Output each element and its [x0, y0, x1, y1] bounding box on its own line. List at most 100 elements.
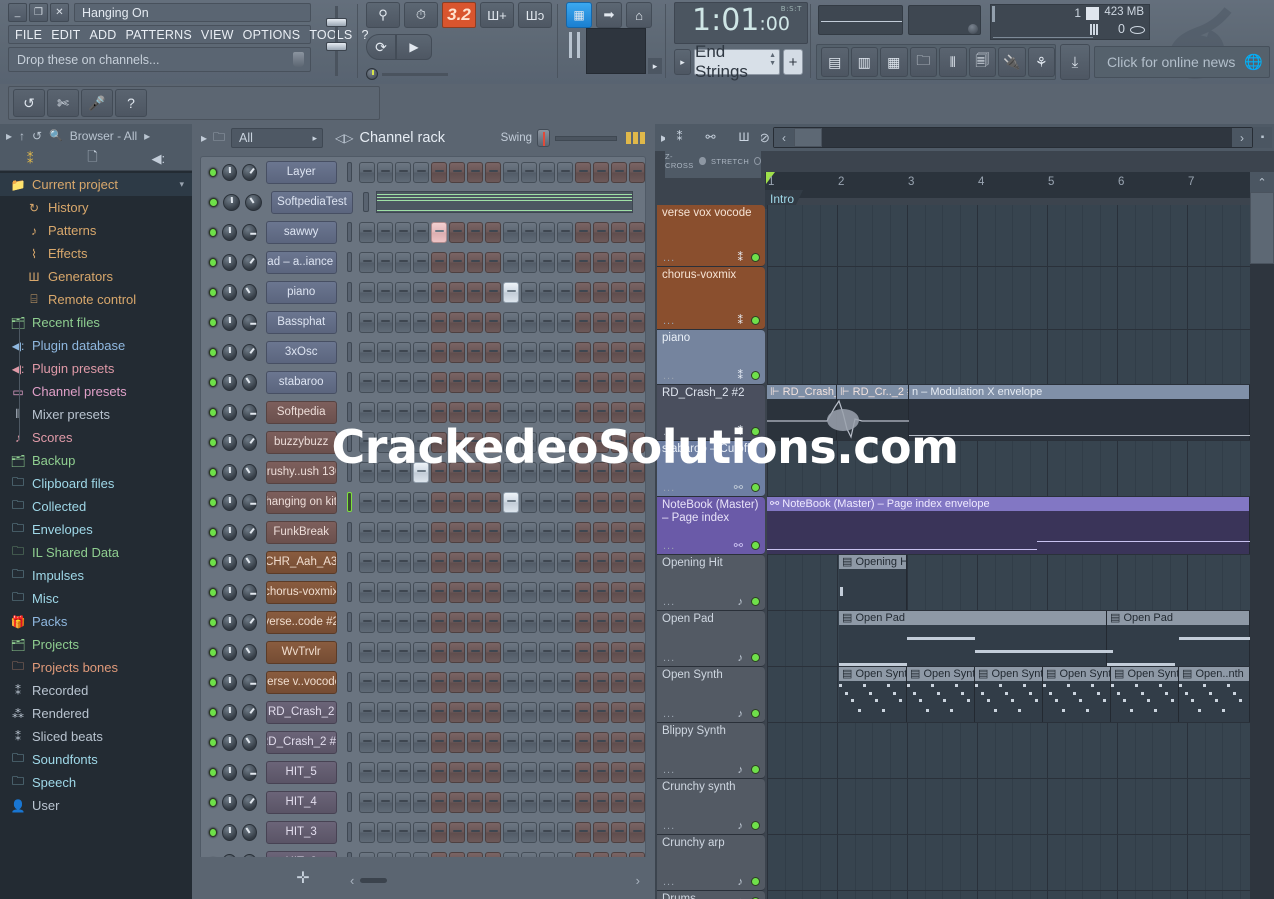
- channel-mute-led[interactable]: [209, 407, 218, 417]
- channel-pan-knob[interactable]: [222, 433, 237, 451]
- track-options-icon[interactable]: ...: [663, 370, 675, 382]
- step-button[interactable]: [557, 311, 573, 333]
- channel-pan-knob[interactable]: [222, 163, 237, 181]
- channel-row[interactable]: FunkBreak: [201, 517, 645, 547]
- browser-item-user[interactable]: 👤 User: [0, 794, 192, 817]
- step-button[interactable]: [557, 341, 573, 363]
- step-button[interactable]: [359, 401, 375, 423]
- step-button[interactable]: [521, 371, 537, 393]
- channel-name-button[interactable]: HIT_4: [265, 790, 337, 814]
- step-button[interactable]: [503, 611, 519, 633]
- step-button[interactable]: [395, 611, 411, 633]
- step-button[interactable]: [467, 641, 483, 663]
- metronome-toggle[interactable]: ⌂: [626, 2, 652, 28]
- browser-item-plugin-database[interactable]: ◀: Plugin database: [0, 334, 192, 357]
- minimize-button[interactable]: _: [8, 3, 27, 22]
- step-button[interactable]: [593, 521, 609, 543]
- microphone-icon[interactable]: 🎤: [81, 89, 113, 117]
- step-button[interactable]: [629, 311, 645, 333]
- channel-row[interactable]: Pad – a..iance 2: [201, 247, 645, 277]
- vscroll-up-icon[interactable]: ⌃: [1250, 172, 1274, 192]
- step-button[interactable]: [395, 791, 411, 813]
- channel-pan-knob[interactable]: [222, 733, 237, 751]
- stretch-toggle[interactable]: [754, 157, 761, 165]
- step-button[interactable]: [575, 401, 591, 423]
- step-button[interactable]: [431, 551, 447, 573]
- channel-mute-led[interactable]: [209, 707, 218, 717]
- track-type-icon[interactable]: ⁑: [738, 425, 744, 438]
- channel-mute-led[interactable]: [209, 437, 218, 447]
- step-button[interactable]: [395, 521, 411, 543]
- step-button[interactable]: [575, 281, 591, 303]
- audio-mode-icon[interactable]: ⁑: [676, 130, 682, 144]
- step-button[interactable]: [377, 611, 393, 633]
- step-button[interactable]: [377, 401, 393, 423]
- step-button[interactable]: [557, 461, 573, 483]
- step-button[interactable]: [377, 161, 393, 183]
- channel-row[interactable]: hanging on kit: [201, 487, 645, 517]
- channel-pan-knob[interactable]: [222, 763, 237, 781]
- step-button[interactable]: [485, 611, 501, 633]
- channel-volume-knob[interactable]: [241, 163, 257, 181]
- step-button[interactable]: [413, 311, 429, 333]
- track-enable-led[interactable]: [751, 371, 760, 380]
- channel-pan-knob[interactable]: [222, 463, 237, 481]
- browser-item-recorded[interactable]: ⁑ Recorded: [0, 679, 192, 702]
- browser-item-envelopes[interactable]: 🗀 Envelopes: [0, 518, 192, 541]
- playlist-lane[interactable]: [767, 267, 1250, 330]
- step-button[interactable]: [557, 671, 573, 693]
- step-button[interactable]: [359, 221, 375, 243]
- step-button[interactable]: [575, 311, 591, 333]
- step-button[interactable]: [431, 731, 447, 753]
- step-button[interactable]: [575, 521, 591, 543]
- step-button[interactable]: [485, 821, 501, 843]
- step-sequencer-row[interactable]: [359, 491, 645, 513]
- step-button[interactable]: [359, 821, 375, 843]
- channel-row[interactable]: verse..code #2: [201, 607, 645, 637]
- step-button[interactable]: [449, 251, 465, 273]
- playlist-clip[interactable]: ▤ Open Synth: [1111, 667, 1179, 722]
- step-button[interactable]: [521, 251, 537, 273]
- playlist-clip[interactable]: ▤ Open Synth: [1043, 667, 1111, 722]
- step-sequencer-row[interactable]: [359, 551, 645, 573]
- step-button[interactable]: [629, 491, 645, 513]
- step-button[interactable]: [359, 671, 375, 693]
- step-button[interactable]: [485, 161, 501, 183]
- speaker-icon[interactable]: ◁▷: [335, 131, 353, 145]
- step-button[interactable]: [521, 221, 537, 243]
- channel-row[interactable]: Layer: [201, 157, 645, 187]
- playlist-clip[interactable]: ▤ Open Synth: [975, 667, 1043, 722]
- playlist-lane[interactable]: ▤ Open Pad ▤ Open Pad: [767, 611, 1250, 667]
- step-button[interactable]: [521, 761, 537, 783]
- playlist-lane[interactable]: ⚯ NoteBook (Master) – Page index envelop…: [767, 497, 1250, 555]
- step-button[interactable]: [539, 311, 555, 333]
- channel-volume-knob[interactable]: [241, 493, 257, 511]
- maximize-button[interactable]: ❐: [29, 3, 48, 22]
- step-button[interactable]: [611, 581, 627, 603]
- step-button[interactable]: [575, 611, 591, 633]
- step-button[interactable]: [413, 161, 429, 183]
- step-button[interactable]: [521, 491, 537, 513]
- browser-item-projects[interactable]: 🗂 Projects: [0, 633, 192, 656]
- channel-volume-knob[interactable]: [241, 793, 257, 811]
- step-button[interactable]: [503, 521, 519, 543]
- time-display[interactable]: 1:01 :00 B:S:T: [674, 2, 808, 44]
- step-button[interactable]: [413, 431, 429, 453]
- step-button[interactable]: [503, 401, 519, 423]
- track-enable-led[interactable]: [751, 427, 760, 436]
- step-button[interactable]: [575, 221, 591, 243]
- channel-volume-knob[interactable]: [241, 253, 257, 271]
- step-button[interactable]: [539, 161, 555, 183]
- browser-item-rendered[interactable]: ⁂ Rendered: [0, 702, 192, 725]
- channel-row[interactable]: verse v..vocode: [201, 667, 645, 697]
- channel-row[interactable]: Bassphat: [201, 307, 645, 337]
- step-button[interactable]: [413, 401, 429, 423]
- step-button[interactable]: [557, 701, 573, 723]
- step-button[interactable]: [377, 641, 393, 663]
- step-button[interactable]: [629, 581, 645, 603]
- step-button[interactable]: [521, 821, 537, 843]
- step-button[interactable]: [611, 221, 627, 243]
- step-button[interactable]: [449, 221, 465, 243]
- step-button[interactable]: [593, 581, 609, 603]
- playlist-track-header[interactable]: Open Synth... ♪: [657, 667, 765, 723]
